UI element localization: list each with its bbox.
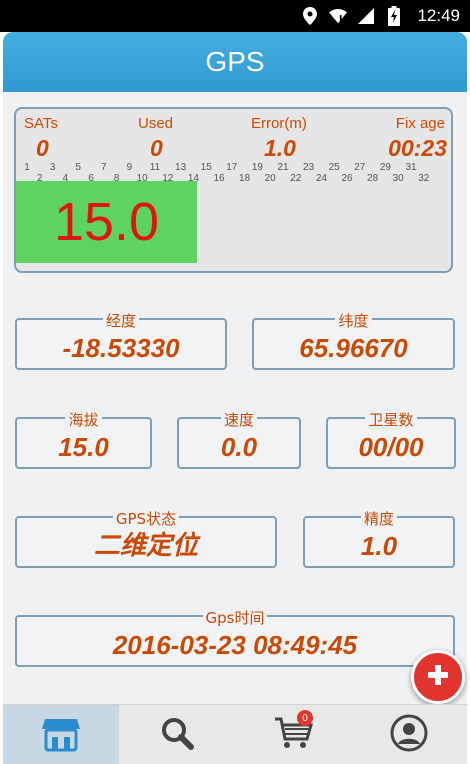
user-icon [389,713,429,757]
bottom-nav: 0 [3,704,467,764]
store-icon [41,713,81,757]
accuracy-box: 精度 1.0 [303,510,455,568]
longitude-box: 经度 -18.53330 [15,312,227,370]
nav-cart[interactable]: 0 [235,705,351,764]
altitude-display-value: 15.0 [53,192,160,252]
latitude-box: 纬度 65.96670 [252,312,455,370]
nav-profile[interactable] [351,705,467,764]
page-title: GPS [205,46,265,77]
cart-badge: 0 [297,710,313,726]
used-label: Used [138,115,174,132]
satellite-tick: 28 [367,173,379,184]
error-label: Error(m) [251,115,307,132]
longitude-label: 经度 [102,312,139,330]
gps-status-box: GPS状态 二维定位 [15,510,277,568]
satellite-tick: 3 [49,162,56,173]
altitude-box: 海拔 15.0 [15,411,152,469]
nav-store[interactable] [3,705,119,764]
satellite-count-label: 卫星数 [365,411,417,429]
satellite-tick: 21 [277,162,289,173]
satellite-tick: 22 [290,173,302,184]
longitude-value: -18.53330 [62,333,180,363]
satellite-tick: 27 [354,162,366,173]
sats-label: SATs [24,115,58,132]
speed-value: 0.0 [220,432,258,462]
status-bar: 12:49 [0,0,470,32]
gps-time-label: Gps时间 [202,609,268,627]
plus-icon [426,663,450,691]
satellite-tick: 5 [75,162,81,173]
satellite-tick: 16 [213,173,225,184]
signal-icon [357,7,375,25]
nav-search[interactable] [119,705,235,764]
satellite-tick: 19 [251,162,263,173]
satellite-tick: 32 [418,173,430,184]
satellite-tick: 31 [405,162,417,173]
satellite-tick: 25 [328,162,340,173]
search-icon [159,715,195,755]
accuracy-label: 精度 [360,510,397,528]
gps-status-value: 二维定位 [93,531,198,561]
app-header: GPS [3,32,467,92]
satellite-count-box: 卫星数 00/00 [326,411,456,469]
sats-value: 0 [36,135,49,161]
satellite-tick: 9 [126,162,133,173]
satellite-tick: 1 [24,162,30,173]
satellite-tick: 7 [101,162,107,173]
altitude-display: 15.0 [16,181,197,263]
error-value: 1.0 [264,135,296,161]
gps-time-box: Gps时间 2016-03-23 08:49:45 [15,609,455,667]
altitude-value: 15.0 [58,432,109,462]
speed-label: 速度 [220,411,257,429]
used-value: 0 [150,135,163,161]
altitude-label: 海拔 [65,411,102,429]
gps-time-value: 2016-03-23 08:49:45 [112,630,358,660]
main-content: SATs 0 Used 0 Error(m) 1.0 Fix age 00:23… [3,92,467,704]
fix-age-value: 00:23 [388,135,447,161]
location-icon [301,7,319,25]
satellite-count-value: 00/00 [358,432,424,462]
satellite-tick: 20 [264,173,276,184]
speed-box: 速度 0.0 [177,411,301,469]
satellite-tick: 18 [239,173,251,184]
status-icons: 12:49 [301,0,470,32]
latitude-label: 纬度 [335,312,372,330]
satellite-tick: 17 [226,162,238,173]
satellite-tick: 13 [175,162,187,173]
battery-charging-icon [385,6,403,26]
status-time: 12:49 [417,6,460,25]
satellite-panel: SATs 0 Used 0 Error(m) 1.0 Fix age 00:23… [14,107,453,273]
fix-age-label: Fix age [395,115,445,132]
satellite-tick: 26 [341,173,353,184]
satellite-tick: 15 [200,162,212,173]
satellite-tick: 23 [303,162,315,173]
accuracy-value: 1.0 [360,531,398,561]
wifi-icon [329,7,348,25]
latitude-value: 65.96670 [299,333,408,363]
satellite-tick: 11 [149,162,161,173]
satellite-tick: 29 [379,162,391,173]
satellite-tick: 30 [392,173,404,184]
satellite-tick: 24 [315,173,327,184]
add-button[interactable] [411,650,465,704]
